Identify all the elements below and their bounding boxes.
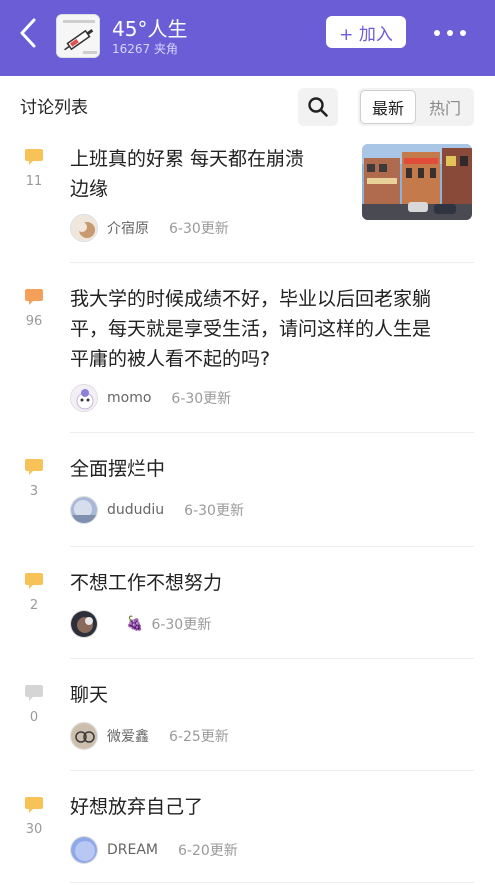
sort-latest-tab[interactable]: 最新: [360, 90, 416, 124]
post-meta: momo 6-30更新: [70, 384, 231, 412]
group-member-count: 16267 夹角: [112, 42, 178, 56]
post-title[interactable]: 全面摆烂中: [70, 454, 470, 484]
comment-bubble-icon: [25, 459, 43, 475]
discussion-list-title: 讨论列表: [20, 98, 88, 118]
sort-hot-tab[interactable]: 热门: [418, 90, 472, 124]
post-meta: 介宿原 6-30更新: [70, 214, 229, 242]
update-time: 6-30更新: [184, 503, 244, 519]
comment-count: 30: [25, 822, 43, 837]
comment-bubble-icon: [25, 573, 43, 589]
post-title[interactable]: 不想工作不想努力: [70, 568, 470, 598]
syringe-logo-icon: [57, 15, 99, 57]
chevron-left-icon: [20, 18, 36, 48]
post-meta: dududiu 6-30更新: [70, 496, 244, 524]
avatar[interactable]: [70, 722, 98, 750]
comment-count: 11: [25, 174, 43, 189]
post-meta: 🍇 6-30更新: [70, 610, 211, 638]
comment-count: 96: [25, 314, 43, 329]
sort-toggle: 最新 热门: [358, 88, 474, 126]
avatar[interactable]: [70, 496, 98, 524]
divider: [70, 882, 474, 883]
divider: [70, 658, 474, 659]
group-name: 45°人生: [112, 17, 188, 41]
comment-count: 0: [29, 710, 39, 725]
author-name[interactable]: 介宿原: [107, 218, 149, 238]
update-time: 6-25更新: [169, 729, 229, 745]
update-time: 6-30更新: [151, 617, 212, 633]
comment-count: 3: [29, 484, 39, 499]
comment-bubble-icon: [25, 149, 43, 165]
author-name[interactable]: DREAM: [107, 842, 158, 858]
comment-bubble-icon: [25, 289, 43, 305]
street-photo-image: [362, 144, 472, 220]
post-title[interactable]: 上班真的好累 每天都在崩溃 边缘: [70, 144, 350, 204]
author-name[interactable]: momo: [107, 390, 151, 406]
comment-bubble-icon: [25, 685, 43, 701]
group-header: 45°人生 16267 夹角 + 加入: [0, 0, 495, 76]
comment-bubble-icon: [25, 797, 43, 813]
join-button[interactable]: + 加入: [326, 16, 406, 48]
update-time: 6-30更新: [171, 391, 232, 407]
author-name[interactable]: dududiu: [107, 502, 164, 518]
author-name[interactable]: 🍇: [126, 616, 143, 632]
comment-count: 2: [29, 598, 39, 613]
back-button[interactable]: [14, 16, 44, 50]
update-time: 6-30更新: [169, 221, 229, 237]
author-name[interactable]: 微爱鑫: [107, 726, 149, 746]
search-icon: [308, 97, 328, 117]
divider: [70, 262, 474, 263]
post-meta: DREAM 6-20更新: [70, 836, 238, 864]
post-thumbnail[interactable]: [362, 144, 472, 220]
post-meta: 微爱鑫 6-25更新: [70, 722, 229, 750]
avatar[interactable]: [70, 836, 98, 864]
divider: [70, 432, 474, 433]
divider: [70, 770, 474, 771]
post-title[interactable]: 好想放弃自己了: [70, 792, 470, 822]
search-button[interactable]: [298, 88, 338, 126]
avatar[interactable]: [70, 610, 98, 638]
divider: [70, 546, 474, 547]
dot-icon: [460, 30, 466, 36]
post-title[interactable]: 我大学的时候成绩不好，毕业以后回老家躺 平，每天就是享受生活，请问这样的人生是 …: [70, 284, 480, 374]
post-title[interactable]: 聊天: [70, 680, 470, 710]
group-avatar[interactable]: [56, 14, 100, 58]
update-time: 6-20更新: [178, 843, 238, 859]
dot-icon: [447, 30, 453, 36]
avatar[interactable]: [70, 384, 98, 412]
dot-icon: [434, 30, 440, 36]
avatar[interactable]: [70, 214, 98, 242]
more-menu-button[interactable]: [432, 26, 468, 40]
